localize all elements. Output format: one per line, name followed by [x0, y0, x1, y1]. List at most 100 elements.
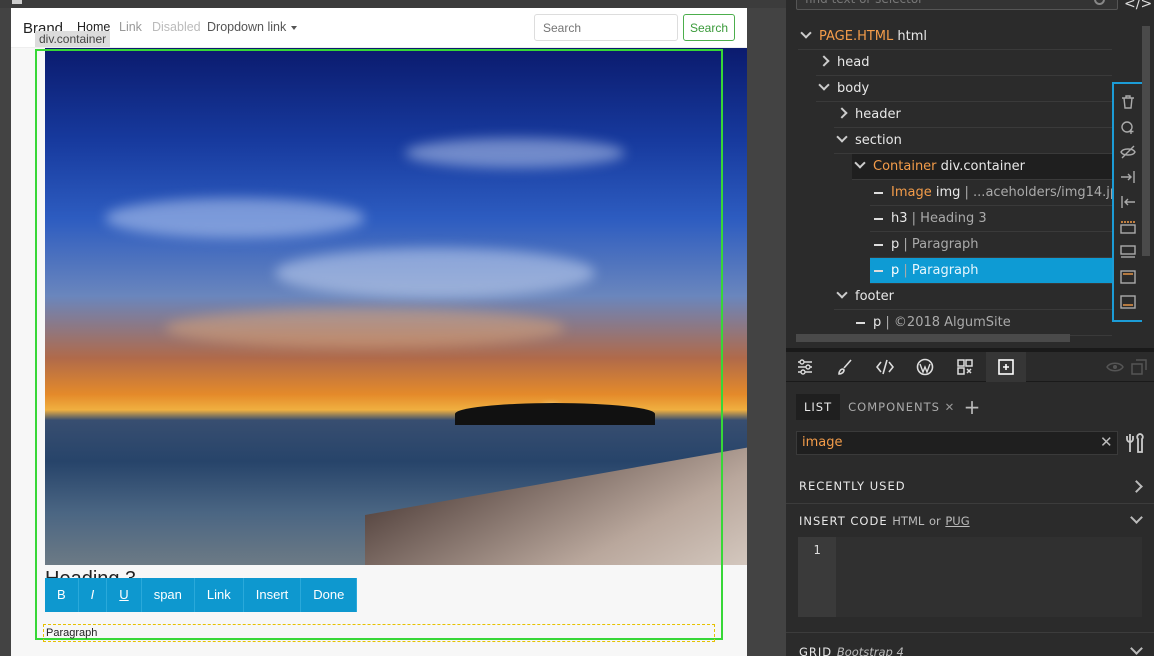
tree-node[interactable]: header	[834, 102, 1112, 128]
node-tag: h3	[891, 211, 908, 226]
page-canvas[interactable]: Brand Home Link Disabled Dropdown link S…	[0, 0, 786, 656]
properties-icon[interactable]	[796, 358, 814, 376]
insert-panel-icon[interactable]	[997, 358, 1015, 376]
span-button[interactable]: span	[142, 578, 195, 612]
component-search-input[interactable]: image	[796, 431, 1118, 455]
tree-node[interactable]: head	[816, 50, 1112, 76]
insert-code-header[interactable]: INSERT CODE HTML or PUG	[799, 514, 970, 528]
clear-search-icon[interactable]: ✕	[1100, 433, 1113, 451]
navbar: Brand Home Link Disabled Dropdown link S…	[11, 8, 747, 48]
trash-icon[interactable]	[1120, 94, 1136, 110]
close-tab-icon[interactable]: ✕	[945, 400, 956, 414]
node-tag: img	[935, 185, 961, 200]
tree-node[interactable]: Image img | ...aceholders/img14.jpg	[870, 180, 1126, 206]
tree-horizontal-scrollbar[interactable]	[796, 334, 1070, 342]
chevron-right-icon[interactable]	[818, 55, 830, 67]
panel-toolbar	[786, 352, 1154, 382]
bold-button[interactable]: B	[45, 578, 79, 612]
node-detail: Paragraph	[911, 237, 979, 252]
chevron-down-icon[interactable]	[854, 157, 866, 169]
tab-components-label: COMPONENTS	[848, 400, 940, 414]
tree-node[interactable]: p | ©2018 AlgumSite	[852, 310, 1112, 336]
code-icon[interactable]	[876, 358, 894, 376]
tree-node[interactable]: p | Paragraph	[870, 258, 1112, 284]
page-tab[interactable]	[12, 0, 22, 4]
tree-node[interactable]: footer	[834, 284, 1112, 310]
tree-vertical-scrollbar[interactable]	[1142, 26, 1150, 256]
tree-node[interactable]: section	[834, 128, 1112, 154]
settings-tools-icon[interactable]	[1124, 432, 1146, 454]
duplicate-icon[interactable]	[1120, 119, 1136, 135]
insert-top-icon[interactable]	[1120, 269, 1136, 285]
pug-label: PUG	[945, 514, 970, 528]
chevron-right-icon[interactable]	[836, 107, 848, 119]
chevron-down-icon[interactable]	[800, 27, 812, 39]
insert-before-icon[interactable]	[1120, 219, 1136, 235]
chevron-down-icon[interactable]	[836, 131, 848, 143]
tree-node[interactable]: body	[816, 76, 1112, 102]
tree-node[interactable]: Container div.container	[852, 154, 1112, 180]
tree-node[interactable]: PAGE.HTML html	[798, 24, 1112, 50]
insert-after-icon[interactable]	[1120, 244, 1136, 260]
detach-icon[interactable]	[1130, 358, 1148, 376]
italic-button[interactable]: I	[79, 578, 108, 612]
grid-sub: Bootstrap 4	[836, 645, 904, 656]
nav-disabled-link: Disabled	[152, 20, 201, 34]
node-separator: |	[907, 211, 921, 226]
style-brush-icon[interactable]	[836, 358, 854, 376]
navbar-search-button[interactable]: Search	[683, 14, 735, 41]
chevron-down-icon[interactable]	[836, 287, 848, 299]
insert-button[interactable]: Insert	[244, 578, 302, 612]
node-tag: head	[837, 55, 870, 70]
tree-filter-input[interactable]: find text or selector	[796, 0, 1118, 10]
canvas-topstrip	[0, 0, 786, 8]
tree-node[interactable]: p | Paragraph	[870, 232, 1112, 258]
navbar-search-input[interactable]	[534, 14, 678, 41]
section-divider	[786, 503, 1154, 504]
outdent-icon[interactable]	[1120, 194, 1136, 210]
node-name: Container	[873, 159, 937, 174]
node-name: Image	[891, 185, 932, 200]
wordpress-icon[interactable]	[916, 358, 934, 376]
page-preview[interactable]: Brand Home Link Disabled Dropdown link S…	[11, 8, 747, 656]
chevron-down-icon[interactable]	[1130, 642, 1143, 655]
chevron-down-icon[interactable]	[818, 79, 830, 91]
code-view-icon[interactable]: </>	[1124, 0, 1152, 12]
node-tag: footer	[855, 289, 894, 304]
dash-icon	[856, 321, 865, 324]
cloud-shape	[165, 308, 565, 348]
link-button[interactable]: Link	[195, 578, 244, 612]
done-button[interactable]: Done	[301, 578, 358, 612]
tree-node[interactable]: h3 | Heading 3	[870, 206, 1112, 232]
tab-list[interactable]: LIST	[796, 394, 841, 420]
panel-tabs: LIST COMPONENTS ✕	[796, 394, 963, 420]
code-editor[interactable]: 1	[798, 537, 1142, 617]
chevron-down-icon[interactable]	[1130, 511, 1143, 524]
node-name: PAGE.HTML	[819, 29, 894, 44]
indent-icon[interactable]	[1120, 169, 1136, 185]
recently-used-header[interactable]: RECENTLY USED	[799, 479, 906, 493]
line-number: 1	[798, 537, 836, 617]
eye-icon[interactable]	[1106, 358, 1124, 376]
nav-link[interactable]: Link	[119, 20, 142, 34]
nav-dropdown-link[interactable]: Dropdown link	[207, 20, 298, 34]
insert-bottom-icon[interactable]	[1120, 294, 1136, 310]
insert-code-pug-link[interactable]: PUG	[945, 514, 969, 528]
underline-button[interactable]: U	[107, 578, 142, 612]
grid-header[interactable]: GRID Bootstrap 4	[799, 645, 904, 656]
hero-image[interactable]	[45, 48, 747, 565]
node-separator: |	[899, 263, 912, 278]
dash-icon	[874, 217, 883, 220]
add-tab-button[interactable]: +	[962, 394, 982, 420]
paragraph-editing[interactable]: Paragraph	[43, 624, 715, 642]
tab-components[interactable]: COMPONENTS ✕	[840, 394, 963, 420]
node-detail: ©2018 AlgumSite	[893, 315, 1011, 330]
dash-icon	[874, 243, 883, 246]
island-silhouette	[455, 403, 655, 425]
node-separator: |	[899, 237, 912, 252]
library-icon[interactable]	[956, 358, 974, 376]
dash-icon	[874, 191, 883, 194]
hide-icon[interactable]	[1120, 144, 1136, 160]
node-separator: |	[960, 185, 974, 200]
chevron-right-icon[interactable]	[1130, 480, 1143, 493]
